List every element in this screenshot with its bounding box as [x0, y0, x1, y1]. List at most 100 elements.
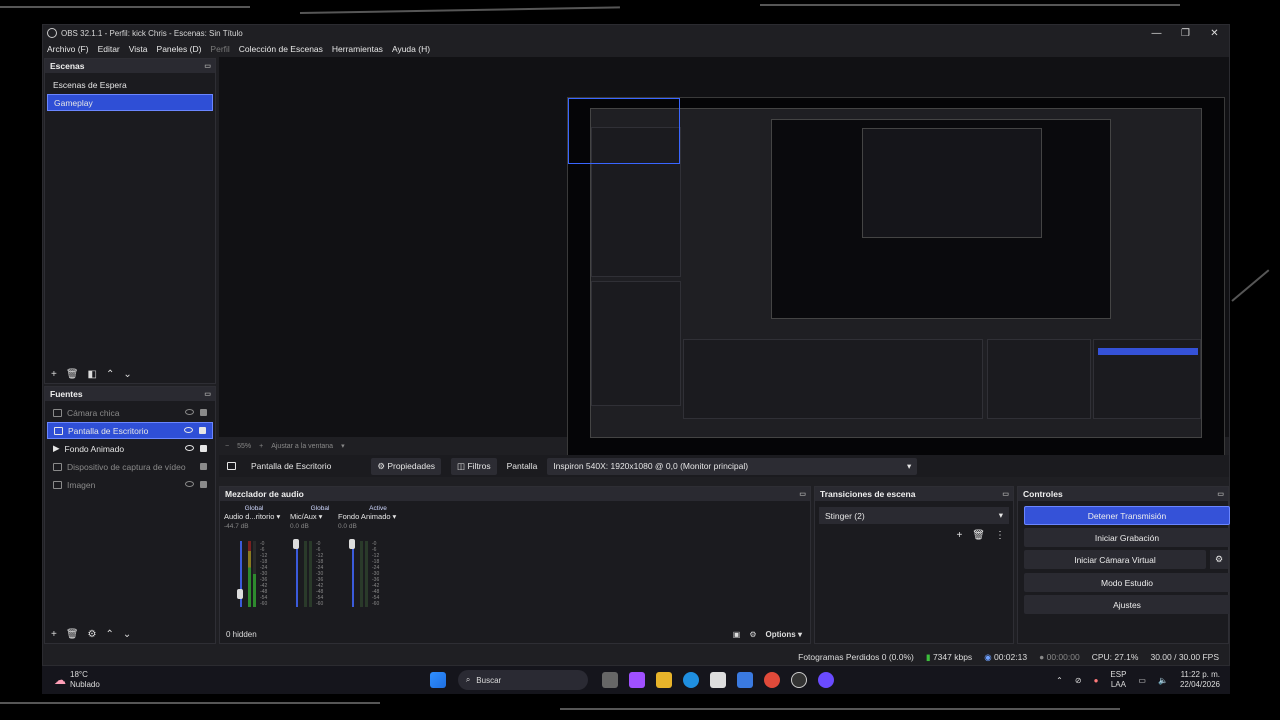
windows-start-icon[interactable] [429, 672, 446, 688]
eye-hidden-icon[interactable] [185, 409, 194, 415]
popout-icon[interactable]: ▭ [1002, 490, 1009, 498]
lock-icon[interactable] [200, 463, 207, 470]
down-icon[interactable]: ⌄ [123, 629, 131, 640]
eye-hidden-icon[interactable] [185, 481, 194, 487]
menu-vista[interactable]: Vista [129, 44, 148, 54]
menu-editar[interactable]: Editar [98, 44, 120, 54]
filters-button[interactable]: ◫ Filtros [451, 457, 497, 475]
search-box[interactable]: ⌕ Buscar [457, 670, 588, 690]
language-indicator[interactable]: ESP LAA [1110, 670, 1126, 690]
layout-icon[interactable]: ▣ [733, 630, 741, 639]
display-select[interactable]: Inspiron 540X: 1920x1080 @ 0,0 (Monitor … [547, 457, 918, 475]
up-icon[interactable]: ⌃ [106, 629, 114, 640]
lock-icon[interactable] [200, 445, 207, 452]
source-item[interactable]: ▶ Fondo Animado [47, 440, 213, 457]
close-button[interactable]: ✕ [1200, 28, 1229, 39]
file-explorer-icon[interactable] [655, 672, 672, 688]
settings-button[interactable]: Ajustes [1024, 595, 1230, 614]
dropped-frames: Fotogramas Perdidos 0 (0.0%) [798, 652, 914, 662]
menu-perfil[interactable]: Perfil [210, 44, 229, 54]
display-icon[interactable]: ▭ [1138, 676, 1146, 685]
weather-icon[interactable]: ☁ [54, 673, 66, 687]
fader-knob[interactable] [293, 539, 299, 549]
more-icon[interactable]: ⋮ [995, 530, 1005, 541]
options-button[interactable]: Options ▾ [766, 630, 802, 639]
maximize-button[interactable]: ❐ [1171, 28, 1200, 39]
fit-label[interactable]: Ajustar a la ventana [271, 443, 333, 450]
source-item[interactable]: Imagen [47, 476, 213, 493]
trash-icon[interactable]: 🗑 [972, 530, 985, 541]
lock-icon[interactable] [200, 481, 207, 488]
stream-time-value: 00:02:13 [993, 651, 1028, 662]
fader-knob[interactable] [237, 589, 243, 599]
preview-area[interactable] [219, 57, 1229, 469]
gear-icon[interactable]: ⚙ [88, 629, 97, 640]
popout-icon[interactable]: ▭ [204, 62, 211, 70]
start-record-button[interactable]: Iniciar Grabación [1024, 528, 1230, 547]
down-icon[interactable]: ⌄ [123, 369, 131, 380]
preview-canvas[interactable] [567, 97, 1225, 469]
source-item[interactable]: Cámara chica [47, 404, 213, 421]
clock[interactable]: 11:22 p. m. 22/04/2026 [1180, 670, 1220, 690]
menu-paneles[interactable]: Paneles (D) [157, 44, 202, 54]
menu-ayuda[interactable]: Ayuda (H) [392, 44, 430, 54]
zoom-out-button[interactable]: − [225, 443, 229, 450]
eye-icon[interactable] [184, 427, 193, 433]
chevron-down-icon[interactable]: ▾ [393, 512, 397, 521]
fader-knob[interactable] [349, 539, 355, 549]
store-icon[interactable] [709, 672, 726, 688]
menu-archivo[interactable]: Archivo (F) [47, 44, 89, 54]
popout-icon[interactable]: ▭ [204, 390, 211, 398]
gear-icon[interactable]: ⚙ [1210, 550, 1228, 569]
zoom-in-button[interactable]: + [259, 443, 263, 450]
gear-icon[interactable]: ⚙ [749, 630, 756, 639]
minimize-button[interactable]: — [1142, 28, 1171, 39]
display-label: Pantalla [506, 461, 538, 471]
chrome-icon[interactable] [763, 672, 780, 688]
chevron-down-icon[interactable]: ▾ [276, 512, 280, 521]
stop-stream-button[interactable]: Detener Transmisión [1024, 506, 1230, 525]
network-off-icon[interactable]: ⊘ [1075, 676, 1082, 685]
chevron-down-icon[interactable]: ▾ [341, 442, 345, 450]
mic-icon[interactable]: ● [1094, 676, 1099, 685]
scene-item-selected[interactable]: Gameplay [47, 94, 213, 111]
trash-icon[interactable]: 🗑 [66, 369, 79, 380]
lock-icon[interactable] [199, 427, 206, 434]
chevron-down-icon[interactable]: ▾ [319, 512, 323, 521]
copilot-icon[interactable] [628, 672, 645, 688]
source-item[interactable]: Dispositivo de captura de vídeo [47, 458, 213, 475]
lock-icon[interactable] [200, 409, 207, 416]
eye-icon[interactable] [185, 445, 194, 451]
chevron-up-icon[interactable]: ⌃ [1056, 676, 1063, 685]
popout-icon[interactable]: ▭ [799, 490, 806, 498]
task-view-icon[interactable] [601, 672, 618, 688]
volume-fader[interactable] [352, 541, 354, 607]
studio-mode-button[interactable]: Modo Estudio [1024, 573, 1230, 592]
edge-icon[interactable] [682, 672, 699, 688]
app-icon[interactable] [817, 672, 834, 688]
add-icon[interactable]: + [956, 530, 962, 541]
add-icon[interactable]: + [51, 369, 57, 380]
level-meter [304, 541, 307, 607]
scene-item[interactable]: Escenas de Espera [47, 76, 213, 93]
start-vcam-button[interactable]: Iniciar Cámara Virtual [1024, 550, 1206, 569]
sources-title: Fuentes [50, 389, 83, 399]
transition-select[interactable]: Stinger (2) ▾ [819, 507, 1009, 524]
volume-fader[interactable] [296, 541, 298, 607]
popout-icon[interactable]: ▭ [1217, 490, 1224, 498]
channel-tag: Active [369, 505, 387, 512]
obs-taskbar-icon[interactable] [790, 672, 807, 688]
source-item-selected[interactable]: Pantalla de Escritorio [47, 422, 213, 439]
filter-icon[interactable]: ◧ [88, 369, 97, 380]
trash-icon[interactable]: 🗑 [66, 629, 79, 640]
weather-widget[interactable]: 18°C Nublado [70, 670, 100, 690]
add-icon[interactable]: + [51, 629, 57, 640]
mail-icon[interactable] [736, 672, 753, 688]
properties-button[interactable]: ⚙ Propiedades [371, 457, 442, 475]
search-label: Buscar [476, 675, 502, 685]
source-label: Cámara chica [67, 407, 120, 418]
volume-icon[interactable]: 🔈 [1158, 676, 1168, 685]
menu-coleccion[interactable]: Colección de Escenas [239, 44, 323, 54]
menu-herramientas[interactable]: Herramientas [332, 44, 383, 54]
up-icon[interactable]: ⌃ [106, 369, 114, 380]
